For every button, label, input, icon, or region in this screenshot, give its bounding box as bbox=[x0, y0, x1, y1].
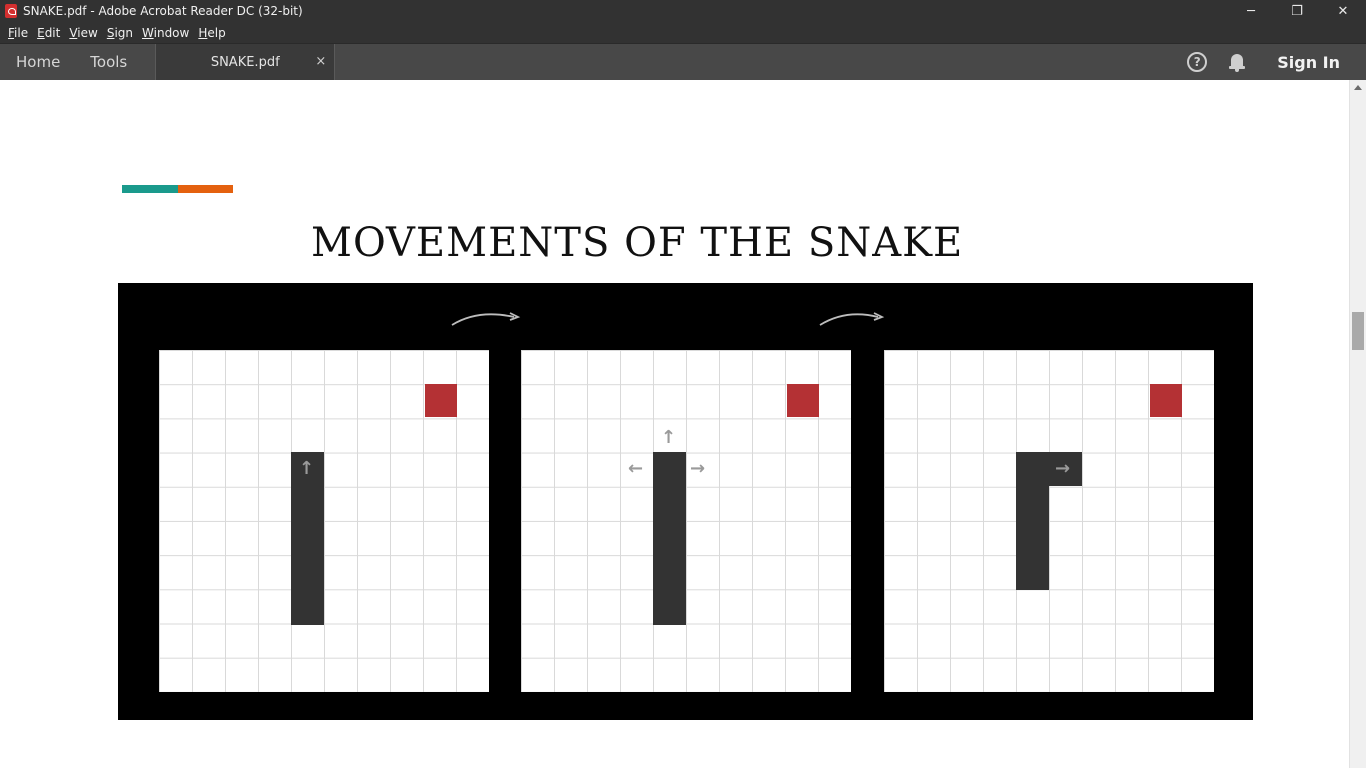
vertical-scrollbar[interactable] bbox=[1349, 80, 1366, 768]
tab-bar-actions: ? Sign In bbox=[1187, 44, 1366, 80]
snake-movement-figure: ↑ ↑ ← → → bbox=[118, 283, 1253, 720]
tab-home[interactable]: Home bbox=[0, 44, 75, 80]
title-bar: SNAKE.pdf - Adobe Acrobat Reader DC (32-… bbox=[0, 0, 1366, 22]
food-block bbox=[425, 384, 457, 417]
scrollbar-thumb[interactable] bbox=[1352, 312, 1364, 350]
document-view[interactable]: MOVEMENTS OF THE SNAKE ↑ ↑ ← → → bbox=[0, 80, 1349, 768]
snake-grid-panel-3: → bbox=[884, 350, 1214, 692]
menu-view[interactable]: View bbox=[65, 26, 101, 40]
left-arrow-icon: ← bbox=[628, 458, 644, 479]
tab-document-label: SNAKE.pdf bbox=[210, 54, 280, 70]
menu-help[interactable]: Help bbox=[194, 26, 229, 40]
up-arrow-icon: ↑ bbox=[661, 427, 677, 448]
snake-grid-panel-2: ↑ ← → bbox=[521, 350, 851, 692]
help-icon[interactable]: ? bbox=[1187, 52, 1208, 72]
notification-bell-icon[interactable] bbox=[1229, 52, 1246, 72]
menu-file[interactable]: File bbox=[4, 26, 32, 40]
menu-sign[interactable]: Sign bbox=[103, 26, 137, 40]
tab-document[interactable]: SNAKE.pdf × bbox=[155, 44, 336, 80]
menu-edit[interactable]: Edit bbox=[33, 26, 64, 40]
food-block bbox=[787, 384, 819, 417]
minimize-button[interactable]: ─ bbox=[1228, 0, 1274, 22]
menu-window[interactable]: Window bbox=[138, 26, 193, 40]
menu-bar: File Edit View Sign Window Help bbox=[0, 22, 1366, 44]
page-heading: MOVEMENTS OF THE SNAKE bbox=[311, 220, 964, 266]
close-tab-icon[interactable]: × bbox=[315, 54, 326, 69]
tab-tools[interactable]: Tools bbox=[75, 44, 142, 80]
snake-grid-panel-1: ↑ bbox=[159, 350, 489, 692]
acrobat-logo-icon bbox=[5, 4, 17, 18]
snake-body bbox=[653, 452, 686, 625]
window-controls: ─ ❐ ✕ bbox=[1228, 0, 1366, 22]
right-arrow-icon: → bbox=[690, 458, 706, 479]
window-title: SNAKE.pdf - Adobe Acrobat Reader DC (32-… bbox=[23, 4, 303, 18]
accent-bar-teal bbox=[122, 185, 178, 193]
right-arrow-icon: → bbox=[1055, 458, 1071, 479]
sign-in-button[interactable]: Sign In bbox=[1277, 53, 1340, 72]
transition-arrow-icon bbox=[819, 312, 885, 326]
scroll-up-arrow-icon[interactable] bbox=[1354, 85, 1362, 90]
close-window-button[interactable]: ✕ bbox=[1320, 0, 1366, 22]
tab-bar: Home Tools SNAKE.pdf × ? Sign In bbox=[0, 44, 1366, 80]
food-block bbox=[1150, 384, 1182, 417]
restore-button[interactable]: ❐ bbox=[1274, 0, 1320, 22]
accent-bar-orange bbox=[178, 185, 233, 193]
up-arrow-icon: ↑ bbox=[299, 458, 315, 479]
snake-body bbox=[1016, 452, 1049, 590]
transition-arrow-icon bbox=[451, 312, 521, 326]
